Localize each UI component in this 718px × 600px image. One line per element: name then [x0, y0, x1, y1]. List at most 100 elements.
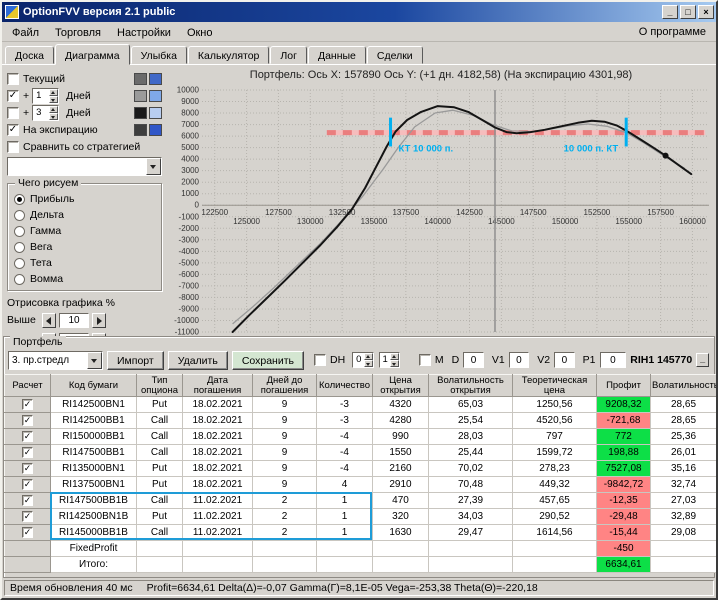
spin-down-icon[interactable]: [364, 360, 373, 367]
tab-item[interactable]: Калькулятор: [188, 46, 269, 64]
menu-item[interactable]: Торговля: [47, 25, 109, 41]
spin-down-icon[interactable]: [49, 113, 58, 120]
color-swatch[interactable]: [134, 107, 147, 119]
decrease-icon[interactable]: [42, 313, 56, 328]
color-swatch[interactable]: [134, 73, 147, 85]
row-checkbox[interactable]: [22, 479, 33, 490]
tab-item[interactable]: Доска: [5, 46, 54, 64]
days-spinner[interactable]: 1: [32, 88, 59, 104]
radio-option[interactable]: Вега: [14, 239, 155, 255]
row-enabled-cell[interactable]: [5, 541, 51, 557]
tab-item[interactable]: Сделки: [367, 46, 423, 64]
compare-checkbox[interactable]: [7, 141, 19, 153]
color-swatch[interactable]: [149, 90, 162, 102]
row-enabled-cell[interactable]: [5, 445, 51, 461]
import-button[interactable]: Импорт: [107, 351, 164, 370]
dh-checkbox[interactable]: [314, 354, 326, 366]
table-row[interactable]: RI142500BN1BPut11.02.20212132034,03290,5…: [5, 509, 717, 525]
strategy-select[interactable]: 3. пр.стредл: [8, 351, 103, 370]
row-checkbox[interactable]: [22, 511, 33, 522]
spin-up-icon[interactable]: [49, 106, 58, 113]
row-checkbox[interactable]: [22, 399, 33, 410]
delete-button[interactable]: Удалить: [168, 351, 228, 370]
radio-option[interactable]: Вомма: [14, 271, 155, 287]
row-checkbox[interactable]: [22, 415, 33, 426]
radio-option[interactable]: Тета: [14, 255, 155, 271]
strategy-compare-select[interactable]: [7, 157, 162, 176]
plus1-checkbox[interactable]: [7, 90, 19, 102]
table-row[interactable]: RI145000BB1BCall11.02.202121163029,47161…: [5, 525, 717, 541]
color-swatch[interactable]: [149, 73, 162, 85]
row-checkbox[interactable]: [22, 527, 33, 538]
color-swatch[interactable]: [134, 124, 147, 136]
above-value[interactable]: 10: [59, 313, 89, 328]
radio-icon[interactable]: [14, 274, 25, 285]
v2-field[interactable]: 0: [554, 352, 575, 368]
row-checkbox[interactable]: [22, 447, 33, 458]
menu-item[interactable]: Настройки: [109, 25, 179, 41]
dropdown-arrow-icon[interactable]: [146, 158, 161, 175]
menu-item[interactable]: Окно: [179, 25, 221, 41]
tab-item[interactable]: Данные: [308, 46, 366, 64]
row-enabled-cell[interactable]: [5, 461, 51, 477]
payoff-chart[interactable]: -11000-10000-9000-8000-7000-6000-5000-40…: [166, 86, 714, 336]
spin-up-icon[interactable]: [390, 353, 399, 360]
table-row[interactable]: RI147500BB1Call18.02.20219-4155025,44159…: [5, 445, 717, 461]
table-row[interactable]: FixedProfit-450: [5, 541, 717, 557]
menu-item-about[interactable]: О программе: [633, 24, 712, 40]
table-row[interactable]: RI150000BB1Call18.02.20219-499028,037977…: [5, 429, 717, 445]
row-enabled-cell[interactable]: [5, 509, 51, 525]
spin-down-icon[interactable]: [49, 96, 58, 103]
save-button[interactable]: Сохранить: [232, 351, 304, 370]
dropdown-arrow-icon[interactable]: [87, 352, 102, 369]
close-button[interactable]: ×: [698, 5, 714, 19]
p1-field[interactable]: 0: [600, 352, 627, 368]
row-enabled-cell[interactable]: [5, 397, 51, 413]
current-checkbox[interactable]: [7, 73, 19, 85]
spin-up-icon[interactable]: [49, 89, 58, 96]
color-swatch[interactable]: [134, 90, 147, 102]
menu-item[interactable]: Файл: [4, 25, 47, 41]
m-checkbox[interactable]: [419, 354, 431, 366]
minimize-button[interactable]: _: [662, 5, 678, 19]
radio-icon[interactable]: [14, 226, 25, 237]
row-enabled-cell[interactable]: [5, 429, 51, 445]
radio-icon[interactable]: [14, 194, 25, 205]
table-row[interactable]: RI137500BN1Put18.02.202194291070,48449,3…: [5, 477, 717, 493]
radio-option[interactable]: Гамма: [14, 223, 155, 239]
row-enabled-cell[interactable]: [5, 413, 51, 429]
row-checkbox[interactable]: [22, 495, 33, 506]
dh-spinner-2[interactable]: 1: [379, 352, 400, 368]
table-row[interactable]: RI147500BB1BCall11.02.20212147027,39457,…: [5, 493, 717, 509]
row-checkbox[interactable]: [22, 431, 33, 442]
table-row[interactable]: RI142500BB1Call18.02.20219-3428025,54452…: [5, 413, 717, 429]
row-enabled-cell[interactable]: [5, 525, 51, 541]
v1-field[interactable]: 0: [509, 352, 530, 368]
row-checkbox[interactable]: [22, 463, 33, 474]
d-field[interactable]: 0: [463, 352, 484, 368]
expiration-checkbox[interactable]: [7, 124, 19, 136]
tab-item[interactable]: Диаграмма: [55, 44, 130, 65]
tab-item[interactable]: Лог: [270, 46, 307, 64]
row-enabled-cell[interactable]: [5, 493, 51, 509]
days-spinner[interactable]: 3: [32, 105, 59, 121]
maximize-button[interactable]: □: [680, 5, 696, 19]
spin-down-icon[interactable]: [390, 360, 399, 367]
table-row[interactable]: Итого:6634,61: [5, 557, 717, 573]
radio-option[interactable]: Дельта: [14, 207, 155, 223]
collapse-button[interactable]: _: [696, 353, 709, 367]
color-swatch[interactable]: [149, 107, 162, 119]
plus3-checkbox[interactable]: [7, 107, 19, 119]
increase-icon[interactable]: [92, 313, 106, 328]
table-row[interactable]: RI142500BN1Put18.02.20219-3432065,031250…: [5, 397, 717, 413]
radio-icon[interactable]: [14, 210, 25, 221]
color-swatch[interactable]: [149, 124, 162, 136]
radio-icon[interactable]: [14, 242, 25, 253]
radio-icon[interactable]: [14, 258, 25, 269]
tab-item[interactable]: Улыбка: [131, 46, 187, 64]
spin-up-icon[interactable]: [364, 353, 373, 360]
table-row[interactable]: RI135000BN1Put18.02.20219-4216070,02278,…: [5, 461, 717, 477]
row-enabled-cell[interactable]: [5, 557, 51, 573]
dh-spinner-1[interactable]: 0: [352, 352, 373, 368]
radio-option[interactable]: Прибыль: [14, 191, 155, 207]
